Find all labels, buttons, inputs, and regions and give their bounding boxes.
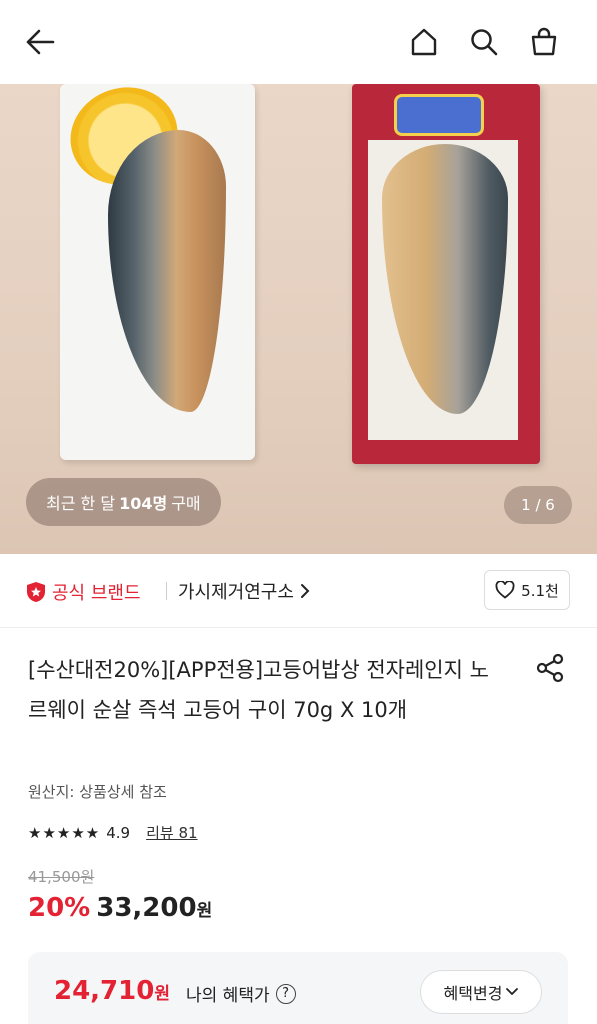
shopping-bag-icon[interactable] (524, 22, 564, 62)
help-icon[interactable]: ? (275, 983, 296, 1004)
package-label-graphic (394, 94, 484, 136)
product-image[interactable]: 최근 한 달 104명 구매 1 / 6 (0, 84, 597, 554)
sale-price-unit: 원 (196, 901, 213, 921)
shop-name: 가시제거연구소 (178, 582, 294, 603)
top-bar (0, 0, 597, 84)
brand-divider (166, 582, 167, 600)
benefit-label-row: 나의 혜택가 ? (186, 981, 296, 1006)
benefit-label: 나의 혜택가 (186, 986, 270, 1006)
discount-rate: 20% (28, 893, 91, 923)
official-brand-badge[interactable]: 공식 브랜드 (26, 579, 141, 605)
sale-price-value: 33,200 (96, 893, 197, 923)
benefit-box: 24,710원 나의 혜택가 ? 혜택변경 (28, 952, 568, 1024)
shop-link[interactable]: 가시제거연구소 (178, 578, 310, 604)
chevron-down-icon (506, 988, 519, 996)
brand-row: 공식 브랜드 가시제거연구소 5.1천 (0, 554, 597, 628)
change-benefit-label: 혜택변경 (443, 984, 503, 1003)
price-row: 20% 33,200원 (28, 893, 212, 923)
share-icon[interactable] (534, 652, 566, 684)
origin-info: 원산지: 상품상세 참조 (28, 783, 167, 801)
search-icon[interactable] (464, 22, 504, 62)
recent-count: 104명 (119, 494, 168, 513)
original-price: 41,500원 (28, 868, 95, 886)
recent-prefix: 최근 한 달 (46, 494, 116, 513)
like-button[interactable]: 5.1천 (484, 570, 570, 610)
sale-price: 33,200원 (96, 893, 212, 923)
rating-value: 4.9 (106, 823, 131, 842)
home-icon[interactable] (404, 22, 444, 62)
heart-icon (495, 581, 515, 599)
back-arrow-icon[interactable] (20, 22, 60, 62)
star-rating-icons: ★★★★★ (28, 823, 101, 842)
official-shield-icon (27, 582, 45, 602)
rating-row: ★★★★★ 4.9 리뷰 81 (28, 822, 198, 843)
official-brand-label: 공식 브랜드 (52, 583, 141, 604)
product-title: [수산대전20%][APP전용]고등어밥상 전자레인지 노르웨이 순살 즉석 고… (28, 658, 489, 722)
recent-purchase-badge: 최근 한 달 104명 구매 (26, 478, 221, 526)
chevron-right-icon (300, 584, 310, 598)
change-benefit-button[interactable]: 혜택변경 (420, 970, 542, 1014)
benefit-price-unit: 원 (154, 984, 170, 1004)
recent-suffix: 구매 (171, 494, 201, 513)
like-count: 5.1천 (521, 581, 559, 600)
benefit-price: 24,710원 (54, 976, 170, 1006)
benefit-price-value: 24,710 (54, 976, 155, 1006)
image-pager: 1 / 6 (504, 486, 572, 524)
review-link[interactable]: 리뷰 81 (146, 822, 197, 843)
